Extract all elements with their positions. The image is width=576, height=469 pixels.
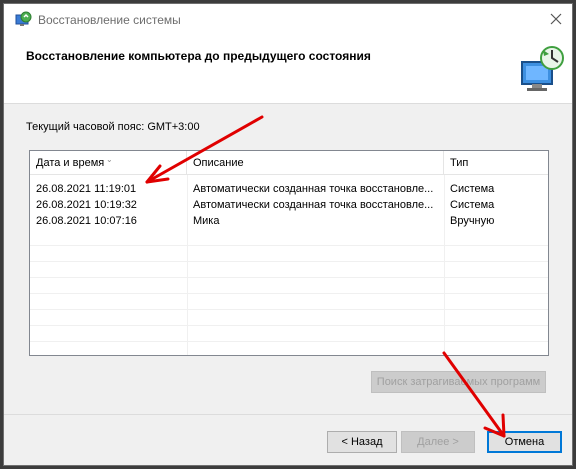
- row-description: Мика: [193, 215, 220, 227]
- wizard-header: Восстановление компьютера до предыдущего…: [4, 34, 572, 104]
- window-title: Восстановление системы: [38, 13, 181, 27]
- footer-divider: [4, 414, 572, 415]
- timezone-label: Текущий часовой пояс: GMT+3:00: [26, 121, 200, 133]
- column-header-date[interactable]: Дата и время ⌄: [30, 151, 187, 175]
- title-bar: Восстановление системы: [4, 4, 572, 34]
- row-gridline: [30, 309, 548, 310]
- table-row[interactable]: 26.08.2021 10:07:16 Мика Вручную: [30, 213, 548, 229]
- restore-points-table: Дата и время ⌄ Описание Тип 26.08.2021 1…: [29, 150, 549, 356]
- system-restore-large-icon: [521, 46, 564, 91]
- scan-affected-programs-button[interactable]: Поиск затрагиваемых программ: [371, 371, 546, 393]
- close-icon: [550, 13, 562, 25]
- page-title: Восстановление компьютера до предыдущего…: [26, 49, 371, 63]
- column-header-description[interactable]: Описание: [187, 151, 444, 175]
- table-header: Дата и время ⌄ Описание Тип: [30, 151, 548, 175]
- row-type: Вручную: [450, 215, 495, 227]
- column-header-label: Дата и время: [36, 157, 105, 169]
- row-gridline: [30, 245, 548, 246]
- row-description: Автоматически созданная точка восстановл…: [193, 183, 434, 195]
- table-row[interactable]: 26.08.2021 11:19:01 Автоматически создан…: [30, 181, 548, 197]
- back-button[interactable]: < Назад: [327, 431, 397, 453]
- close-button[interactable]: [540, 4, 572, 34]
- row-gridline: [30, 261, 548, 262]
- cancel-button[interactable]: Отмена: [487, 431, 562, 453]
- row-gridline: [30, 293, 548, 294]
- row-date: 26.08.2021 10:19:32: [36, 199, 137, 211]
- next-button[interactable]: Далее >: [401, 431, 475, 453]
- row-date: 26.08.2021 10:07:16: [36, 215, 137, 227]
- system-restore-icon: [15, 11, 32, 26]
- row-type: Система: [450, 199, 495, 211]
- row-gridline: [30, 277, 548, 278]
- system-restore-window: Восстановление системы Восстановление ко…: [3, 3, 573, 466]
- row-description: Автоматически созданная точка восстановл…: [193, 199, 434, 211]
- sort-ascending-icon: ⌄: [106, 155, 113, 164]
- row-date: 26.08.2021 11:19:01: [36, 183, 137, 195]
- row-type: Система: [450, 183, 495, 195]
- column-header-label: Описание: [193, 157, 244, 169]
- row-gridline: [30, 341, 548, 342]
- column-header-type[interactable]: Тип: [444, 151, 548, 175]
- column-header-label: Тип: [450, 157, 469, 169]
- row-gridline: [30, 325, 548, 326]
- table-row[interactable]: 26.08.2021 10:19:32 Автоматически создан…: [30, 197, 548, 213]
